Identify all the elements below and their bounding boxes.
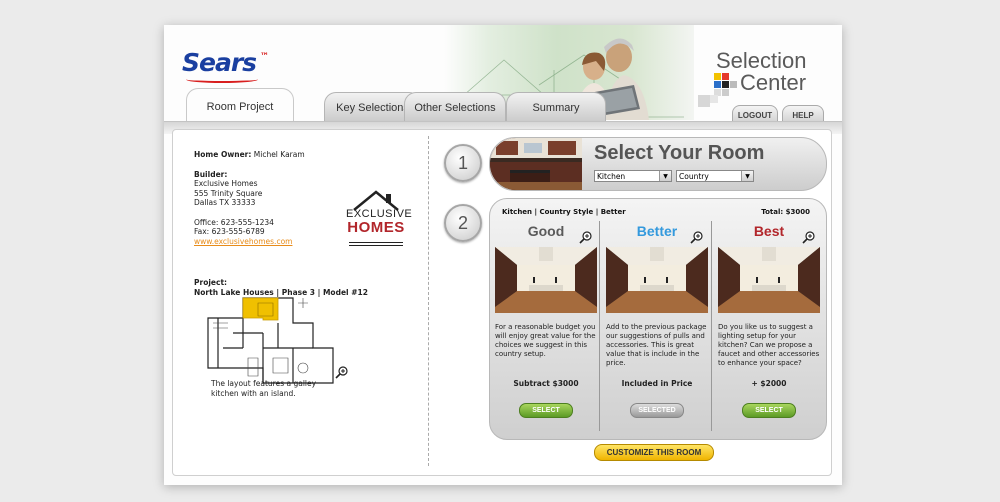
home-owner-label: Home Owner:: [194, 150, 252, 159]
chevron-down-icon: ▼: [741, 171, 753, 181]
floor-plan-image: [203, 288, 353, 388]
exclusive-homes-logo: EXCLUSIVE HOMES: [346, 188, 412, 250]
selection-summary: Kitchen | Country Style | Better: [502, 208, 626, 216]
option-kitchen-image[interactable]: [718, 247, 820, 313]
package-option-best: Best Do you like us to suggest a lightin…: [714, 219, 824, 437]
sears-logo: Sears ™: [182, 48, 269, 83]
select-good-button[interactable]: SELECT: [519, 403, 573, 418]
home-owner-name: Michel Karam: [253, 150, 305, 159]
option-price: + $2000: [751, 379, 787, 388]
zoom-icon[interactable]: [802, 229, 815, 244]
package-option-good: Good For a reasonable budget you will en…: [491, 219, 601, 437]
tab-room-project[interactable]: Room Project: [186, 88, 294, 125]
option-description: Do you like us to suggest a lighting set…: [718, 323, 820, 367]
select-best-button[interactable]: SELECT: [742, 403, 796, 418]
panel-divider: [428, 136, 429, 466]
select-room-panel: Select Your Room Kitchen ▼ Country ▼: [489, 137, 827, 191]
app-title-line2: Center: [740, 70, 807, 95]
project-label: Project:: [194, 278, 228, 287]
option-kitchen-image[interactable]: [495, 247, 597, 313]
floor-plan-zoom-icon[interactable]: [335, 364, 348, 379]
zoom-icon[interactable]: [690, 229, 703, 244]
option-kitchen-image[interactable]: [606, 247, 708, 313]
select-better-button[interactable]: SELECTED: [630, 403, 684, 418]
option-description: Add to the previous package our suggesti…: [606, 323, 707, 367]
option-price: Included in Price: [621, 379, 693, 388]
select-room-title: Select Your Room: [594, 142, 765, 164]
builder-label: Builder:: [194, 169, 228, 179]
option-price: Subtract $3000: [513, 379, 579, 388]
color-squares-icon: [714, 73, 738, 97]
zoom-icon[interactable]: [579, 229, 592, 244]
chevron-down-icon: ▼: [659, 171, 671, 181]
selection-total: Total: $3000: [761, 208, 810, 216]
tab-other-selections[interactable]: Other Selections: [404, 92, 506, 123]
tab-summary[interactable]: Summary: [506, 92, 606, 123]
room-type-select[interactable]: Kitchen ▼: [594, 170, 672, 182]
project-info-panel: Home Owner: Michel Karam Builder: Exclus…: [194, 150, 424, 297]
room-style-select[interactable]: Country ▼: [676, 170, 754, 182]
package-options-panel: Kitchen | Country Style | Better Total: …: [489, 198, 827, 440]
step-1-badge: 1: [444, 144, 482, 182]
sears-logo-text: Sears: [182, 48, 257, 77]
app-window: Sears ™ Selection Center Key Selections …: [164, 25, 842, 485]
room-thumbnail-image: [490, 138, 582, 190]
option-description: For a reasonable budget you will enjoy g…: [495, 323, 596, 358]
step-2-badge: 2: [444, 204, 482, 242]
floor-plan-caption: The layout features a galley kitchen wit…: [211, 379, 317, 398]
main-content: Home Owner: Michel Karam Builder: Exclus…: [172, 129, 832, 476]
package-option-better: Better Add to the previous package our s…: [602, 219, 712, 437]
customize-room-button[interactable]: CUSTOMIZE THIS ROOM: [594, 444, 714, 461]
